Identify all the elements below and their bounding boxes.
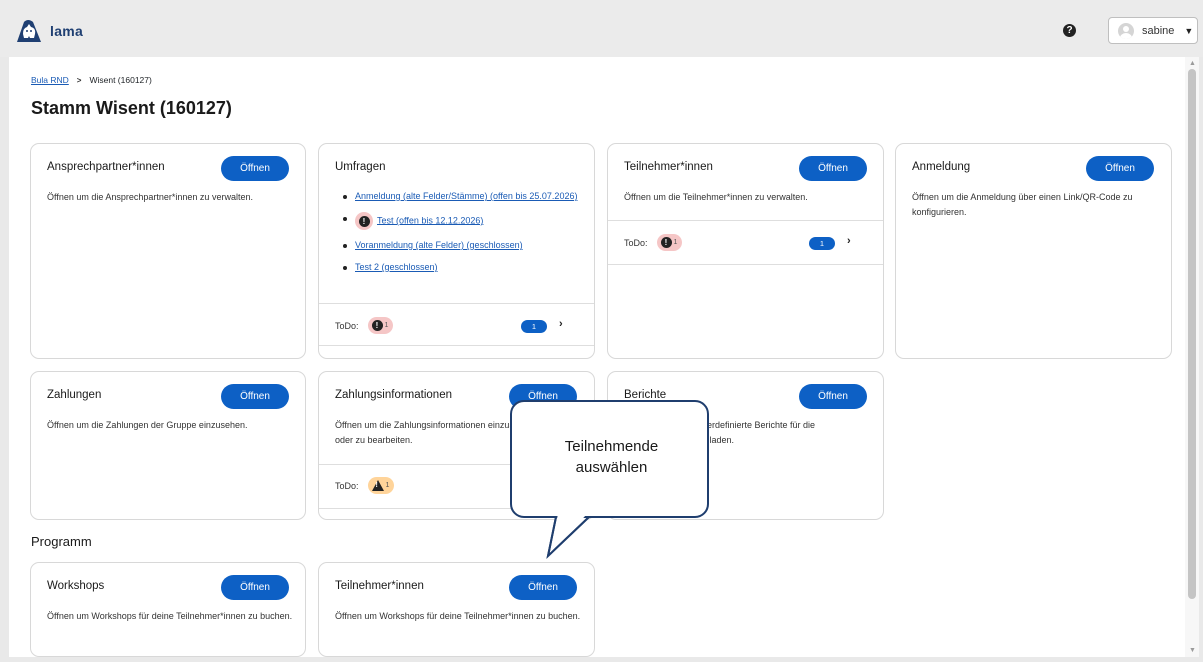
card-description: Öffnen um die Teilnehmer*innen zu verwal…: [624, 192, 808, 202]
survey-item: ! Test (offen bis 12.12.2026): [343, 212, 583, 230]
card-participants: Teilnehmer*innen Öffnen Öffnen um die Te…: [607, 143, 884, 359]
alert-icon: !: [355, 212, 373, 230]
top-bar: lama ? sabine ▼: [0, 0, 1203, 57]
exclamation-icon: !: [371, 320, 383, 331]
todo-count: 1: [673, 239, 678, 246]
open-program-participants-button[interactable]: Öffnen: [509, 575, 577, 600]
card-title: Workshops: [47, 580, 105, 592]
user-menu-button[interactable]: sabine ▼: [1108, 17, 1198, 44]
todo-label: ToDo:: [335, 480, 359, 491]
todo-row[interactable]: ToDo: ! 1: [335, 477, 395, 494]
card-title: Zahlungsinformationen: [335, 389, 452, 401]
card-title: Teilnehmer*innen: [624, 161, 713, 173]
divider: [319, 345, 594, 346]
chevron-right-icon[interactable]: ›: [847, 235, 851, 247]
card-description: erdefinierte Berichte für die ıladen.: [707, 418, 877, 448]
open-participants-button[interactable]: Öffnen: [799, 156, 867, 181]
card-workshops: Workshops Öffnen Öffnen um Workshops für…: [30, 562, 306, 657]
exclamation-icon: !: [660, 237, 672, 248]
breadcrumb: Bula RND > Wisent (160127): [31, 75, 152, 85]
chevron-right-icon[interactable]: ›: [559, 318, 563, 330]
card-registration: Anmeldung Öffnen Öffnen um die Anmeldung…: [895, 143, 1172, 359]
lama-logo-icon: [14, 18, 44, 44]
open-contacts-button[interactable]: Öffnen: [221, 156, 289, 181]
section-title-program: Programm: [31, 534, 92, 549]
todo-alert-badge: ! 1: [656, 234, 683, 251]
divider: [608, 220, 883, 221]
avatar-icon: [1118, 22, 1134, 39]
card-title: Anmeldung: [912, 161, 971, 173]
survey-link[interactable]: Anmeldung (alte Felder/Stämme) (offen bi…: [355, 191, 577, 201]
survey-link[interactable]: Test (offen bis 12.12.2026): [377, 215, 483, 225]
scroll-up-icon[interactable]: ▲: [1189, 60, 1196, 67]
open-reports-button[interactable]: Öffnen: [799, 384, 867, 409]
card-description: Öffnen um die Ansprechpartner*innen zu v…: [47, 192, 253, 202]
card-contacts: Ansprechpartner*innen Öffnen Öffnen um d…: [30, 143, 306, 359]
card-program-participants: Teilnehmer*innen Öffnen Öffnen um Worksh…: [318, 562, 595, 657]
card-title: Ansprechpartner*innen: [47, 161, 165, 173]
todo-row[interactable]: ToDo: ! 1: [335, 317, 394, 334]
card-description: Öffnen um die Anmeldung über einen Link/…: [912, 192, 1133, 217]
page-title: Stamm Wisent (160127): [31, 98, 232, 118]
survey-item: Anmeldung (alte Felder/Stämme) (offen bi…: [343, 190, 583, 203]
help-icon[interactable]: ?: [1063, 24, 1076, 37]
open-payments-button[interactable]: Öffnen: [221, 384, 289, 409]
card-description: Öffnen um Workshops für deine Teilnehmer…: [47, 611, 293, 621]
breadcrumb-current: Wisent (160127): [89, 75, 152, 85]
divider: [319, 303, 594, 304]
warning-icon: !: [371, 480, 384, 491]
todo-count: 1: [384, 322, 389, 329]
card-description: Öffnen um die Zahlungsinformationen einz…: [335, 420, 534, 445]
breadcrumb-parent-link[interactable]: Bula RND: [31, 75, 69, 85]
card-description-line2: ıladen.: [707, 435, 735, 445]
open-workshops-button[interactable]: Öffnen: [221, 575, 289, 600]
scroll-down-icon[interactable]: ▼: [1189, 647, 1196, 654]
count-pill: 1: [521, 320, 547, 333]
caret-down-icon: ▼: [1184, 25, 1194, 36]
todo-count: 1: [385, 482, 390, 489]
user-name: sabine: [1142, 24, 1175, 37]
callout-text: Teilnehmende auswählen: [512, 436, 711, 478]
logo[interactable]: lama: [14, 18, 83, 44]
card-description: Öffnen um die Zahlungen der Gruppe einzu…: [47, 420, 248, 430]
card-payments: Zahlungen Öffnen Öffnen um die Zahlungen…: [30, 371, 306, 520]
survey-item: Voranmeldung (alte Felder) (geschlossen): [343, 239, 583, 252]
survey-link[interactable]: Voranmeldung (alte Felder) (geschlossen): [355, 240, 523, 250]
logo-text: lama: [50, 23, 84, 39]
todo-label: ToDo:: [335, 320, 359, 331]
scrollbar[interactable]: ▲ ▼: [1185, 57, 1199, 657]
survey-list: Anmeldung (alte Felder/Stämme) (offen bi…: [343, 190, 583, 283]
count-pill: 1: [809, 237, 835, 250]
card-description: Öffnen um Workshops für deine Teilnehmer…: [335, 611, 581, 621]
todo-label: ToDo:: [624, 237, 648, 248]
divider: [608, 264, 883, 265]
callout-tooltip: Teilnehmende auswählen: [510, 400, 709, 518]
card-title: Umfragen: [335, 161, 386, 173]
exclamation-icon: !: [358, 215, 370, 227]
todo-warning-badge: ! 1: [367, 477, 395, 494]
card-title: Teilnehmer*innen: [335, 580, 424, 592]
survey-link[interactable]: Test 2 (geschlossen): [355, 262, 438, 272]
survey-item: Test 2 (geschlossen): [343, 261, 583, 274]
callout-line1: Teilnehmende: [564, 438, 659, 455]
card-surveys: Umfragen Anmeldung (alte Felder/Stämme) …: [318, 143, 595, 359]
breadcrumb-separator: >: [76, 75, 82, 85]
card-description-line1: erdefinierte Berichte für die: [707, 420, 816, 430]
callout-line2: auswählen: [575, 459, 648, 476]
card-title: Zahlungen: [47, 389, 102, 401]
todo-row[interactable]: ToDo: ! 1: [624, 234, 683, 251]
todo-alert-badge: ! 1: [367, 317, 394, 334]
scroll-thumb[interactable]: [1188, 69, 1196, 599]
open-registration-button[interactable]: Öffnen: [1086, 156, 1154, 181]
